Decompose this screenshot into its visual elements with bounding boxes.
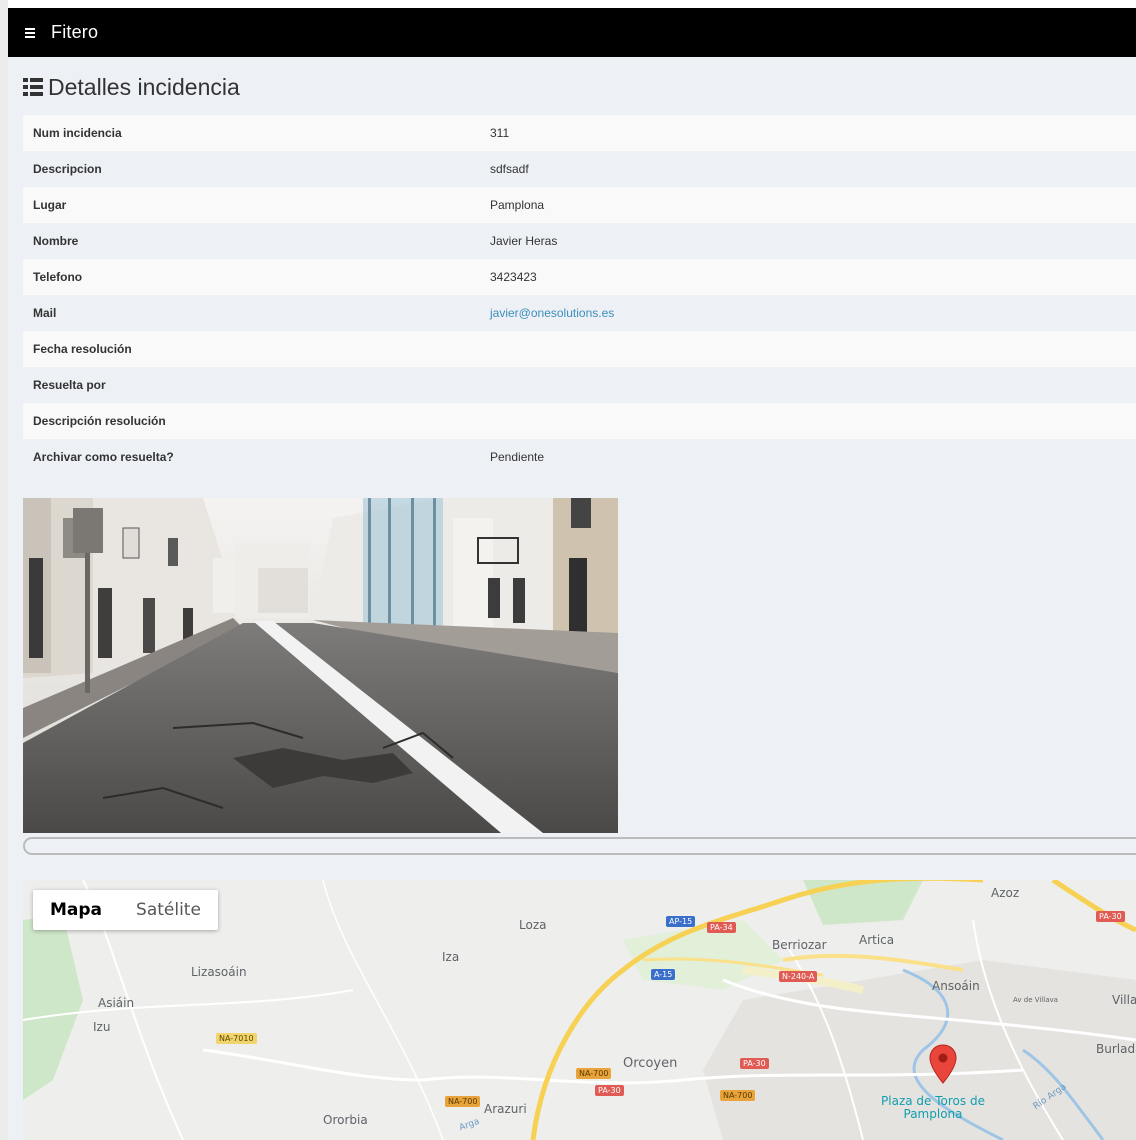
road-shield: PA-34 bbox=[707, 922, 736, 933]
detail-value: Pendiente bbox=[490, 450, 545, 464]
table-row: Telefono 3423423 bbox=[23, 259, 1136, 295]
page-header: Detalles incidencia bbox=[23, 73, 240, 101]
detail-label: Archivar como resuelta? bbox=[33, 450, 174, 464]
street-photo-illustration bbox=[23, 498, 618, 833]
table-row: Nombre Javier Heras bbox=[23, 223, 1136, 259]
map-label: Arazuri bbox=[484, 1102, 527, 1116]
map-label: Loza bbox=[519, 918, 547, 932]
detail-label: Fecha resolución bbox=[33, 342, 132, 356]
table-row: Resuelta por bbox=[23, 367, 1136, 403]
table-row: Descripcion sdfsadf bbox=[23, 151, 1136, 187]
top-navbar: Fitero bbox=[8, 8, 1136, 57]
road-shield: NA-700 bbox=[720, 1090, 756, 1101]
table-row: Fecha resolución bbox=[23, 331, 1136, 367]
main-content: Detalles incidencia Num incidencia 311 De… bbox=[8, 57, 1136, 1140]
map-label: Burlada bbox=[1096, 1042, 1136, 1056]
table-row: Num incidencia 311 bbox=[23, 115, 1136, 151]
map-type-map-button[interactable]: Mapa bbox=[33, 890, 119, 930]
window-frame bbox=[0, 0, 8, 1140]
detail-value: javier@onesolutions.es bbox=[480, 295, 1136, 331]
map-label: Izu bbox=[93, 1020, 111, 1034]
detail-label: Nombre bbox=[33, 234, 79, 248]
road-shield: NA-700 bbox=[576, 1068, 612, 1079]
map-type-satellite-button[interactable]: Satélite bbox=[119, 890, 218, 930]
detail-value bbox=[480, 403, 1136, 439]
incident-details-table: Num incidencia 311 Descripcion sdfsadf Lug… bbox=[23, 115, 1136, 475]
map-marker-icon[interactable] bbox=[929, 1044, 957, 1084]
road-shield: N-240-A bbox=[779, 971, 818, 982]
map-label: Ororbia bbox=[323, 1113, 368, 1127]
map-label: Orcoyen bbox=[623, 1056, 678, 1071]
table-row: Mail javier@onesolutions.es bbox=[23, 295, 1136, 331]
detail-value: Pamplona bbox=[490, 198, 545, 212]
table-row: Archivar como resuelta? Pendiente bbox=[23, 439, 1136, 475]
map-label: Lizasoáin bbox=[191, 965, 247, 979]
hamburger-icon[interactable] bbox=[25, 26, 35, 40]
map-label: Asiáin bbox=[98, 996, 135, 1010]
map-label: Berriozar bbox=[772, 938, 827, 952]
road-shield: PA-30 bbox=[595, 1085, 624, 1096]
detail-label: Lugar bbox=[33, 198, 67, 212]
app-title[interactable]: Fitero bbox=[51, 22, 98, 43]
map-label: Artica bbox=[859, 933, 895, 947]
incident-photo[interactable] bbox=[23, 498, 618, 833]
detail-value: sdfsadf bbox=[490, 162, 529, 176]
detail-label: Num incidencia bbox=[33, 126, 122, 140]
map-label: Av de Villava bbox=[1013, 996, 1058, 1004]
detail-value bbox=[480, 331, 1136, 367]
road-shield: PA-30 bbox=[1096, 911, 1125, 922]
road-shield: PA-30 bbox=[740, 1058, 769, 1069]
detail-value: 311 bbox=[490, 126, 510, 140]
map-label: Villa bbox=[1112, 993, 1136, 1007]
mail-link[interactable]: javier@onesolutions.es bbox=[490, 306, 614, 320]
location-map[interactable]: Mapa Satélite Azoz Loza Artica Berriozar… bbox=[23, 880, 1136, 1140]
map-label: Iza bbox=[442, 950, 460, 964]
map-label: Ansoáin bbox=[932, 979, 980, 993]
detail-value bbox=[480, 367, 1136, 403]
table-row: Lugar Pamplona bbox=[23, 187, 1136, 223]
detail-value: Javier Heras bbox=[490, 234, 558, 248]
map-type-control: Mapa Satélite bbox=[33, 890, 218, 930]
detail-label: Descripcion bbox=[33, 162, 102, 176]
road-shield: NA-7010 bbox=[216, 1033, 257, 1044]
road-shield: AP-15 bbox=[666, 916, 696, 927]
road-shield: A-15 bbox=[651, 969, 676, 980]
table-row: Descripción resolución bbox=[23, 403, 1136, 439]
detail-label: Telefono bbox=[33, 270, 83, 284]
detail-value: 3423423 bbox=[490, 270, 537, 284]
detail-label: Descripción resolución bbox=[33, 414, 166, 428]
map-label: Azoz bbox=[991, 886, 1020, 900]
detail-label: Resuelta por bbox=[33, 378, 106, 392]
list-icon bbox=[23, 78, 43, 96]
page-title: Detalles incidencia bbox=[48, 73, 240, 100]
poi-label[interactable]: Plaza de Toros de Pamplona bbox=[863, 1095, 1003, 1121]
photo-scrollbar[interactable] bbox=[23, 837, 1136, 855]
poi-name: Plaza de Toros de Pamplona bbox=[881, 1094, 985, 1121]
detail-label: Mail bbox=[33, 306, 57, 320]
road-shield: NA-700 bbox=[445, 1096, 481, 1107]
